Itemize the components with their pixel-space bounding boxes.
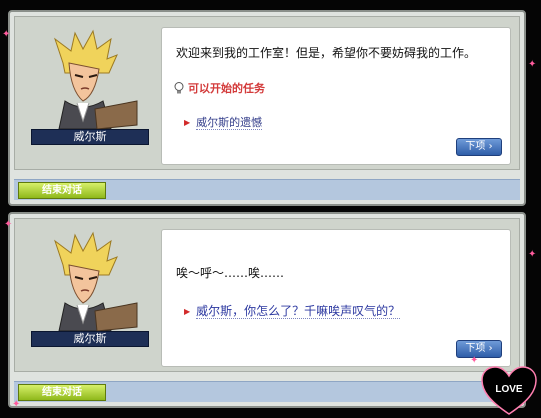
npc-name-label: 威尔斯 [31, 129, 149, 145]
dialog-text-box: 唉～呼～……唉…… ▶ 威尔斯，你怎么了？千嘛唉声叹气的？ 下项 › [161, 229, 511, 367]
next-button-label: 下项 [465, 141, 486, 152]
npc-dialog-2: 威尔斯 唉～呼～……唉…… ▶ 威尔斯，你怎么了？千嘛唉声叹气的？ 下项 › 结束… [8, 212, 526, 408]
sparkle-icon: ✦ [2, 29, 11, 40]
npc-message: 唉～呼～……唉…… [176, 266, 285, 280]
dialog-footer: 结束对话 [14, 381, 520, 402]
quest-header-label: 可以开始的任务 [188, 82, 265, 95]
npc-message: 欢迎来到我的工作室！但是，希望你不要妨碍我的工作。 [176, 46, 477, 60]
next-button-label: 下项 [465, 343, 486, 354]
sparkle-icon: ✦ [4, 219, 13, 230]
dialog-footer: 结束对话 [14, 179, 520, 200]
quest-available-header: 可以开始的任务 [174, 80, 265, 96]
reply-option-label: 威尔斯，你怎么了？千嘛唉声叹气的？ [196, 304, 401, 319]
end-chat-button[interactable]: 结束对话 [18, 182, 106, 199]
next-arrow-icon: › [488, 343, 493, 354]
next-button[interactable]: 下项 › [456, 340, 502, 358]
dialog-inner-panel: 威尔斯 唉～呼～……唉…… ▶ 威尔斯，你怎么了？千嘛唉声叹气的？ 下项 › [14, 218, 520, 372]
next-arrow-icon: › [488, 141, 493, 152]
end-chat-button[interactable]: 结束对话 [18, 384, 106, 401]
next-button[interactable]: 下项 › [456, 138, 502, 156]
dialog-inner-panel: 威尔斯 欢迎来到我的工作室！但是，希望你不要妨碍我的工作。 可以开始的任务 ▶ 威… [14, 16, 520, 170]
sparkle-icon: ✦ [528, 59, 537, 70]
reply-option-link[interactable]: ▶ 威尔斯，你怎么了？千嘛唉声叹气的？ [184, 302, 401, 319]
npc-portrait [54, 29, 138, 129]
npc-dialog-1: 威尔斯 欢迎来到我的工作室！但是，希望你不要妨碍我的工作。 可以开始的任务 ▶ 威… [8, 10, 526, 206]
lightbulb-icon [174, 82, 184, 94]
sparkle-icon: ✦ [470, 355, 479, 366]
quest-option-label: 威尔斯的遗憾 [196, 116, 263, 130]
love-text: LOVE [495, 384, 523, 395]
quest-option-link[interactable]: ▶ 威尔斯的遗憾 [184, 114, 263, 130]
npc-name-label: 威尔斯 [31, 331, 149, 347]
sparkle-icon: ✦ [528, 249, 537, 260]
arrow-right-icon: ▶ [184, 307, 191, 316]
npc-portrait [54, 231, 138, 331]
dialog-text-box: 欢迎来到我的工作室！但是，希望你不要妨碍我的工作。 可以开始的任务 ▶ 威尔斯的遗… [161, 27, 511, 165]
love-heart-icon: LOVE [481, 366, 537, 415]
screenshot-frame: 威尔斯 欢迎来到我的工作室！但是，希望你不要妨碍我的工作。 可以开始的任务 ▶ 威… [0, 0, 541, 418]
arrow-right-icon: ▶ [184, 118, 191, 127]
sparkle-icon: ✦ [12, 399, 21, 410]
